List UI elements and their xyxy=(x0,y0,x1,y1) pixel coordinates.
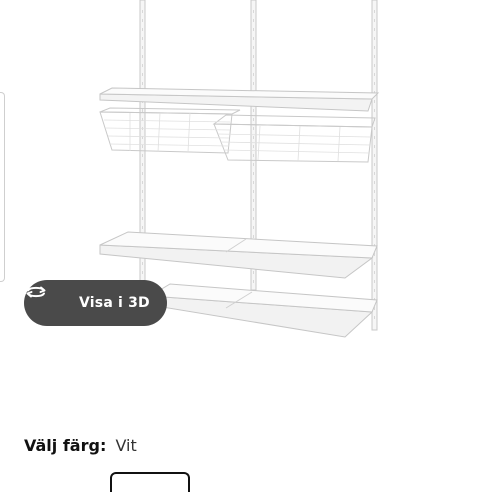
product-image-gallery[interactable]: Visa i 3D xyxy=(0,0,480,360)
view-in-3d-button[interactable]: Visa i 3D xyxy=(24,280,167,326)
color-value: Vit xyxy=(115,436,137,455)
previous-panel-edge xyxy=(0,92,5,282)
color-selector-heading: Välj färg: Vit xyxy=(24,436,137,455)
color-swatch-selected[interactable] xyxy=(110,472,190,492)
view-in-3d-label: Visa i 3D xyxy=(79,295,150,311)
rotate-360-icon xyxy=(26,286,68,315)
color-label: Välj färg: xyxy=(24,436,107,455)
